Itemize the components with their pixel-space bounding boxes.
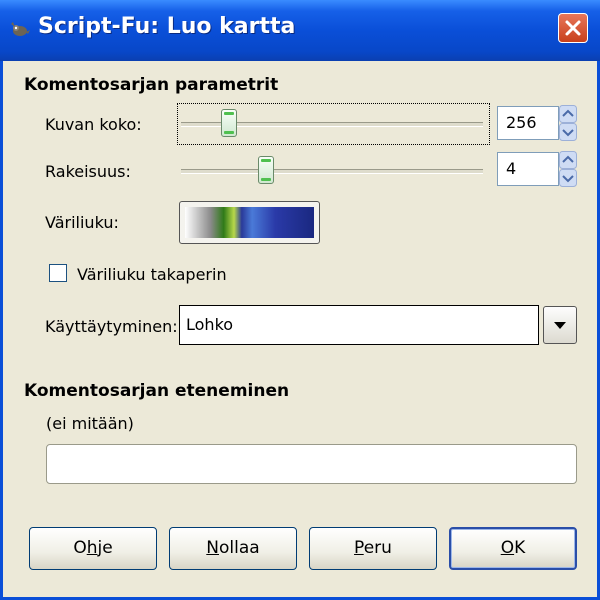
size-label: Kuvan koko: — [45, 115, 142, 134]
gradient-label: Väriliuku: — [45, 213, 119, 232]
progress-section-title: Komentosarjan eteneminen — [24, 381, 290, 401]
ok-label-mnemonic: O — [500, 538, 515, 558]
reset-label-post: ollaa — [219, 538, 260, 558]
title-bar[interactable]: Script-Fu: Luo kartta — [0, 0, 600, 61]
behavior-dropdown-button[interactable] — [543, 306, 577, 344]
progress-status-text: (ei mitään) — [46, 414, 134, 433]
help-label-mnemonic: h — [86, 538, 98, 558]
arrow-down-icon[interactable] — [559, 123, 577, 141]
close-button[interactable] — [558, 13, 588, 43]
granularity-slider[interactable] — [181, 150, 483, 190]
gradient-swatch — [185, 207, 314, 238]
reverse-gradient-label[interactable]: Väriliuku takaperin — [77, 265, 227, 284]
progress-bar — [46, 444, 577, 484]
slider-track — [181, 169, 483, 174]
size-slider[interactable] — [181, 103, 483, 143]
dialog-window: Script-Fu: Luo kartta Komentosarjan para… — [0, 0, 600, 600]
size-spin-input[interactable]: 256 — [497, 106, 559, 140]
chevron-down-icon — [554, 322, 566, 329]
gimp-wilber-icon — [11, 22, 30, 36]
params-section-title: Komentosarjan parametrit — [24, 75, 279, 95]
reset-button[interactable]: Nollaa — [169, 527, 297, 570]
cancel-button[interactable]: Peru — [309, 527, 437, 570]
behavior-label: Käyttäytyminen: — [45, 317, 178, 336]
gradient-button[interactable] — [179, 201, 320, 244]
ok-button[interactable]: OK — [449, 527, 577, 570]
help-button[interactable]: Ohje — [29, 527, 157, 570]
reset-label-mnemonic: N — [206, 538, 220, 558]
slider-thumb[interactable] — [221, 109, 237, 137]
arrow-up-icon[interactable] — [559, 105, 577, 123]
arrow-down-icon[interactable] — [559, 169, 577, 187]
arrow-up-icon[interactable] — [559, 151, 577, 169]
help-label-post: je — [97, 538, 113, 558]
granularity-spin-arrows[interactable] — [559, 151, 577, 187]
help-label-pre: O — [73, 538, 87, 558]
slider-thumb[interactable] — [258, 156, 274, 184]
granularity-spin-input[interactable]: 4 — [497, 152, 559, 186]
cancel-label-mnemonic: P — [354, 538, 364, 558]
reverse-gradient-checkbox[interactable] — [49, 264, 67, 282]
ok-label-post: K — [514, 538, 526, 558]
window-title: Script-Fu: Luo kartta — [38, 14, 296, 39]
granularity-label: Rakeisuus: — [45, 162, 131, 181]
size-spin-arrows[interactable] — [559, 105, 577, 141]
cancel-label-post: eru — [363, 538, 392, 558]
close-icon — [565, 20, 581, 36]
behavior-combo[interactable]: Lohko — [179, 305, 539, 345]
